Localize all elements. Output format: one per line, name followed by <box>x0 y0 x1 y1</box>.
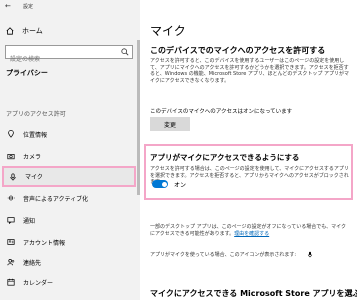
contacts-icon <box>7 259 15 266</box>
sidebar-item-account-info[interactable]: アカウント情報 <box>2 232 136 252</box>
voice-activation-icon <box>7 195 15 201</box>
sidebar-item-microphone[interactable]: マイク <box>2 166 136 187</box>
app-access-title: アプリがマイクにアクセスできるようにする <box>150 153 300 162</box>
calendar-icon <box>7 278 15 286</box>
app-access-toggle[interactable] <box>152 180 168 188</box>
toggle-state-label: オン <box>174 182 187 189</box>
sidebar-item-location[interactable]: 位置情報 <box>2 124 136 144</box>
device-access-description: アクセスを許可すると、このデバイスを使用するユーザーはこのページの設定を使用して… <box>150 58 349 84</box>
search-input[interactable] <box>6 53 116 66</box>
back-arrow-icon[interactable]: ← <box>5 2 11 10</box>
sidebar-item-voice-activation[interactable]: 音声によるアクティブ化 <box>2 188 136 208</box>
account-info-icon <box>7 239 15 245</box>
settings-search[interactable] <box>5 45 133 66</box>
home-link[interactable]: ホーム <box>6 26 43 36</box>
home-icon <box>6 27 14 35</box>
sidebar-item-calendar[interactable]: カレンダー <box>2 272 136 292</box>
sidebar-item-label: アカウント情報 <box>23 239 66 247</box>
desktop-apps-note: 一部のデスクトップ アプリは、このページの設定がオフになっている場合でも、マイク… <box>150 224 350 237</box>
page-title: マイク <box>150 24 186 38</box>
sidebar-item-label: 通知 <box>23 217 36 225</box>
location-icon <box>8 130 14 138</box>
content-pane: マイク このデバイスでのマイクへのアクセスを許可する アクセスを許可すると、この… <box>140 0 357 300</box>
sidebar-item-label: カメラ <box>23 153 42 161</box>
icon-note: アプリがマイクを使っている場合、このアイコンが表示されます: <box>150 252 297 258</box>
sidebar-item-label: 位置情報 <box>23 131 48 139</box>
sidebar-item-notifications[interactable]: 通知 <box>2 210 136 230</box>
sidebar-item-label: マイク <box>25 174 43 181</box>
device-access-title: このデバイスでのマイクへのアクセスを許可する <box>150 46 326 55</box>
sidebar-item-label: 連絡先 <box>23 259 42 267</box>
microphone-icon <box>10 172 16 181</box>
microphone-icon <box>307 251 313 258</box>
sidebar-item-camera[interactable]: カメラ <box>2 146 136 166</box>
sidebar-item-contacts[interactable]: 連絡先 <box>2 252 136 272</box>
sidebar-heading: プライバシー <box>6 69 48 77</box>
sidebar-item-label: 音声によるアクティブ化 <box>23 195 89 203</box>
device-access-status: このデバイスのマイクへのアクセスはオンになっています <box>150 109 293 115</box>
sidebar: ← 設定 ホーム プライバシー アプリのアクセス許可 位置情報 カメラ マイク … <box>0 0 140 300</box>
home-label: ホーム <box>22 27 43 35</box>
section-label: アプリのアクセス許可 <box>6 111 66 118</box>
change-button[interactable]: 変更 <box>150 117 190 131</box>
app-access-section: アプリがマイクにアクセスできるようにする アクセスを許可する場合は、このページの… <box>144 144 353 200</box>
sidebar-item-label: カレンダー <box>23 279 54 287</box>
camera-icon <box>7 154 15 160</box>
search-icon[interactable] <box>121 48 129 56</box>
store-apps-title: マイクにアクセスできる Microsoft Store アプリを選ぶ <box>150 289 357 298</box>
notification-icon <box>7 217 15 224</box>
window-title: 設定 <box>23 4 34 10</box>
learn-why-link[interactable]: 理由を確認する <box>234 231 269 237</box>
